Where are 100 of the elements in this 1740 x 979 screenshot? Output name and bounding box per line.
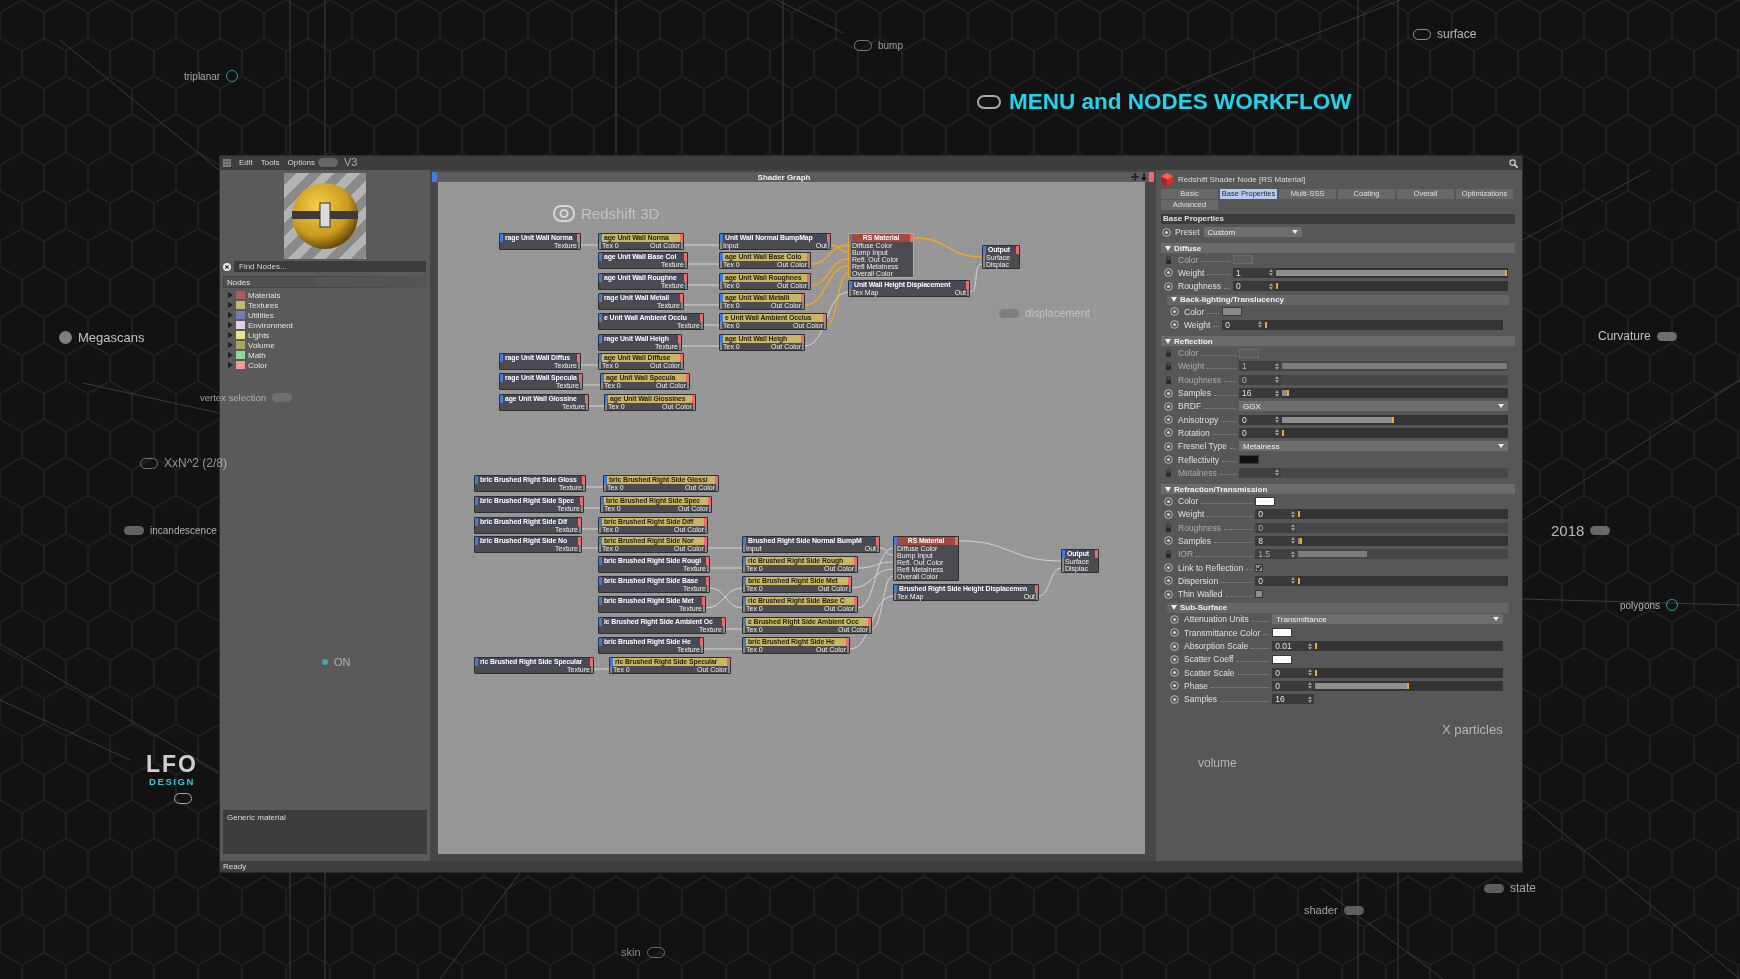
node-link[interactable] (687, 263, 720, 265)
checkbox[interactable] (1255, 563, 1264, 572)
dropdown[interactable]: Metalness (1239, 441, 1508, 452)
spinner-icon[interactable] (1275, 429, 1279, 437)
expander-icon[interactable] (228, 332, 233, 338)
circle-dot-icon[interactable] (1163, 496, 1173, 506)
node-link[interactable] (687, 284, 720, 286)
clear-icon[interactable] (223, 262, 231, 271)
node-link[interactable] (683, 244, 720, 246)
dropdown[interactable]: GGX (1239, 401, 1508, 412)
spinner-icon[interactable] (1269, 282, 1273, 290)
dropdown[interactable]: Transmittance (1272, 614, 1503, 625)
node-link[interactable] (703, 324, 720, 326)
color-swatch[interactable] (1222, 307, 1243, 317)
expander-icon[interactable] (228, 322, 233, 328)
node-link[interactable] (580, 364, 599, 366)
node-link[interactable] (879, 547, 894, 556)
circle-dot-icon[interactable] (1163, 415, 1173, 425)
node-link[interactable] (969, 263, 983, 293)
spinner-icon[interactable] (1275, 376, 1279, 384)
color-swatch[interactable] (1239, 455, 1259, 464)
menu-item[interactable]: Edit (235, 157, 257, 169)
expander-icon[interactable] (228, 312, 233, 318)
group-header[interactable]: Back-lighting/Translucency (1167, 294, 1509, 305)
group-header[interactable]: Reflection (1161, 336, 1515, 347)
circle-dot-icon[interactable] (1169, 628, 1179, 638)
color-swatch[interactable] (1272, 654, 1293, 664)
spinner-icon[interactable] (1269, 269, 1273, 277)
circle-dot-icon[interactable] (1169, 320, 1179, 330)
node-link[interactable] (857, 547, 894, 609)
circle-dot-icon[interactable] (1162, 227, 1171, 237)
group-header[interactable]: Refraction/Transmission (1161, 484, 1515, 495)
circle-dot-icon[interactable] (1169, 654, 1179, 664)
number-field[interactable]: 0 (1222, 319, 1265, 330)
tree-item[interactable]: Textures (225, 300, 279, 310)
circle-dot-icon[interactable] (1169, 694, 1179, 704)
tree-item[interactable]: Materials (225, 290, 281, 300)
group-header[interactable]: Diffuse (1161, 243, 1515, 253)
panel-handle-icon[interactable] (432, 172, 437, 182)
search-icon[interactable] (1509, 158, 1518, 168)
circle-dot-icon[interactable] (1163, 536, 1173, 546)
circle-dot-icon[interactable] (1163, 401, 1173, 411)
number-field[interactable]: 1 (1233, 267, 1275, 278)
node-link[interactable] (810, 258, 849, 286)
number-field[interactable]: 8 (1255, 536, 1298, 546)
spinner-icon[interactable] (1308, 695, 1313, 703)
arrow-down-icon[interactable] (1141, 173, 1147, 181)
node-link[interactable] (725, 628, 743, 630)
node-link[interactable] (1038, 567, 1062, 597)
tree-item[interactable]: Color (225, 360, 268, 370)
tree-item[interactable]: Math (225, 350, 266, 360)
group-header[interactable]: Sub-Surface (1167, 602, 1509, 613)
number-field[interactable]: 0 (1239, 414, 1281, 425)
number-field[interactable]: 0 (1239, 427, 1281, 438)
circle-dot-icon[interactable] (1163, 589, 1173, 599)
node-link[interactable] (593, 668, 610, 670)
circle-dot-icon[interactable] (1169, 681, 1179, 691)
search-field[interactable]: Find Nodes... (234, 261, 426, 272)
circle-dot-icon[interactable] (1163, 509, 1173, 519)
circle-dot-icon[interactable] (1169, 668, 1179, 678)
panel-handle-icon[interactable] (1149, 172, 1154, 182)
node-link[interactable] (588, 405, 605, 407)
expander-icon[interactable] (228, 292, 233, 298)
dropdown[interactable]: Custom (1203, 227, 1302, 237)
node-link[interactable] (810, 244, 849, 265)
move-icon[interactable] (1131, 173, 1139, 181)
circle-dot-icon[interactable] (1163, 455, 1173, 464)
number-field[interactable]: 0 (1272, 680, 1315, 691)
tree-item[interactable]: Utilities (225, 310, 274, 320)
node-link[interactable] (709, 567, 743, 569)
grid-icon[interactable] (223, 159, 231, 167)
color-swatch[interactable] (1255, 496, 1276, 506)
circle-dot-icon[interactable] (1163, 441, 1173, 451)
node-link[interactable] (580, 244, 599, 246)
node-link[interactable] (913, 237, 983, 258)
checkbox[interactable] (1255, 590, 1264, 599)
node-link[interactable] (830, 244, 849, 253)
number-field[interactable]: 16 (1239, 388, 1281, 398)
number-field[interactable]: 0 (1255, 575, 1298, 586)
circle-dot-icon[interactable] (1163, 576, 1173, 586)
circle-dot-icon[interactable] (1169, 307, 1179, 317)
number-field[interactable]: 0 (1233, 281, 1275, 292)
number-field[interactable] (1239, 467, 1281, 478)
number-field[interactable]: 0 (1272, 667, 1315, 678)
expander-icon[interactable] (228, 342, 233, 348)
tree-item[interactable]: Lights (225, 330, 270, 340)
menu-item[interactable]: Tools (256, 157, 284, 169)
tree-item[interactable]: Environment (225, 320, 293, 330)
circle-dot-icon[interactable] (1163, 428, 1173, 438)
color-swatch[interactable] (1272, 628, 1293, 638)
circle-dot-icon[interactable] (1163, 281, 1173, 291)
menu-item[interactable]: Options (283, 157, 320, 169)
node-link[interactable] (585, 486, 604, 488)
circle-dot-icon[interactable] (1169, 641, 1179, 651)
circle-dot-icon[interactable] (1163, 563, 1173, 573)
node-link[interactable] (958, 540, 1062, 562)
expander-icon[interactable] (228, 362, 233, 368)
node-link[interactable] (871, 575, 894, 630)
node-link[interactable] (857, 561, 894, 569)
number-field[interactable]: 0 (1255, 509, 1298, 520)
